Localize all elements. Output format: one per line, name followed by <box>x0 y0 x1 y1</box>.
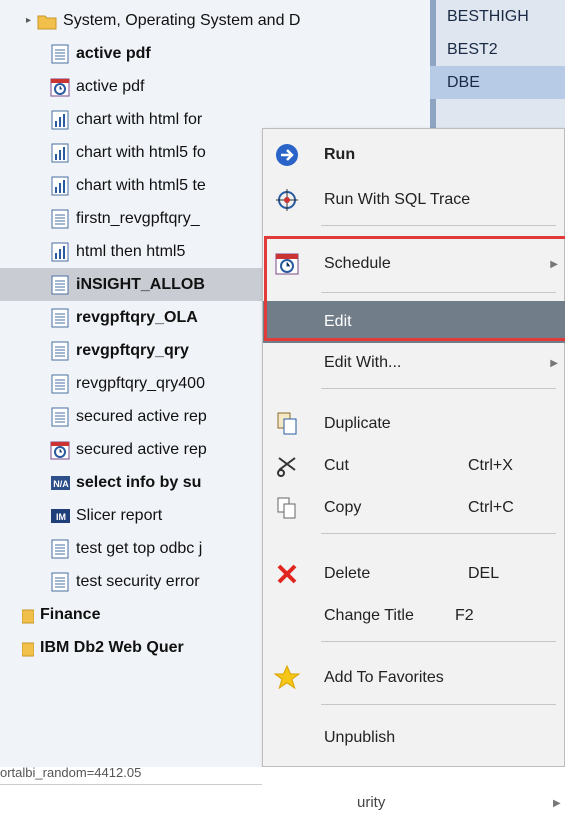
menu-shortcut: F2 <box>455 607 474 624</box>
svg-text:N/A: N/A <box>53 479 69 489</box>
menu-item-delete[interactable]: Delete DEL <box>263 553 565 595</box>
list-item[interactable]: BEST2 <box>430 33 565 66</box>
submenu-arrow-icon: ▶ <box>553 798 561 809</box>
tree-item-label: active pdf <box>76 77 145 95</box>
menu-label: Add To Favorites <box>324 669 444 686</box>
crosshair-icon <box>273 186 301 214</box>
list-item[interactable]: DBE <box>430 66 565 99</box>
svg-text:IM: IM <box>56 512 66 522</box>
background-browser-area: ortalbi_random=4412.05 urity ▶ <box>0 765 565 819</box>
tree-item-label: html then html5 <box>76 242 186 260</box>
menu-label: Run With SQL Trace <box>324 191 471 208</box>
menu-separator <box>321 388 556 389</box>
menu-item-add-to-favorites[interactable]: Add To Favorites <box>263 657 565 699</box>
menu-item-run[interactable]: Run <box>263 134 565 176</box>
report-icon <box>50 308 70 328</box>
run-arrow-icon <box>273 141 301 169</box>
tree-item-label: active pdf <box>76 44 151 62</box>
menu-separator <box>321 225 556 226</box>
tree-item-label: revgpftqry_qry <box>76 341 189 359</box>
folder-icon <box>22 638 34 658</box>
tree-item[interactable]: active pdf <box>0 37 430 70</box>
chart-icon <box>50 176 70 196</box>
tree-item-label: chart with html5 te <box>76 176 206 194</box>
schedule-icon <box>50 440 70 460</box>
menu-shortcut: Ctrl+C <box>468 499 514 516</box>
menu-item-unpublish[interactable]: Unpublish <box>263 717 565 759</box>
tree-item-label: test get top odbc j <box>76 539 203 557</box>
tree-item-label: Slicer report <box>76 506 163 524</box>
tree-item-label: System, Operating System and D <box>63 11 301 29</box>
scissors-icon <box>273 452 301 480</box>
report-icon <box>50 572 70 592</box>
chart-icon <box>50 110 70 130</box>
menu-item-copy[interactable]: Copy Ctrl+C <box>263 487 565 529</box>
menu-label: Unpublish <box>324 729 396 746</box>
report-icon <box>50 44 70 64</box>
tree-item-label: test security error <box>76 572 200 590</box>
submenu-arrow-icon: ▶ <box>550 357 558 369</box>
star-icon <box>273 664 301 692</box>
tree-item-label: secured active rep <box>76 440 207 458</box>
chart-icon <box>50 143 70 163</box>
tree-item-label: secured active rep <box>76 407 207 425</box>
menu-item-duplicate[interactable]: Duplicate <box>263 403 565 445</box>
menu-label: Copy <box>324 499 362 516</box>
menu-separator <box>321 704 556 705</box>
menu-label: Run <box>324 146 356 163</box>
tree-item-label: select info by su <box>76 473 202 491</box>
copy-icon <box>273 494 301 522</box>
context-menu: Run Run With SQL Trace Schedule ▶ Edit E… <box>262 128 565 767</box>
tree-item-label: chart with html for <box>76 110 203 128</box>
report-icon <box>50 539 70 559</box>
tree-item-label: Finance <box>40 605 101 623</box>
tree-item-system-folder[interactable]: ▸ System, Operating System and D <box>0 4 430 37</box>
menu-shortcut: Ctrl+X <box>468 457 513 474</box>
divider <box>0 784 262 785</box>
na-icon: N/A <box>50 473 70 493</box>
menu-item-run-sql-trace[interactable]: Run With SQL Trace <box>263 179 565 221</box>
report-icon <box>50 407 70 427</box>
expand-arrow-icon[interactable]: ▸ <box>26 15 31 26</box>
menu-label: Change Title <box>324 607 414 624</box>
tree-item-label: firstn_revgpftqry_ <box>76 209 200 227</box>
folder-icon <box>37 11 57 31</box>
delete-x-icon <box>273 560 301 588</box>
menu-item-change-title[interactable]: Change Title F2 <box>263 595 565 637</box>
tree-item[interactable]: active pdf <box>0 70 430 103</box>
menu-item-edit-with[interactable]: Edit With... ▶ <box>263 342 565 384</box>
menu-label: Delete <box>324 565 371 582</box>
im-icon: IM <box>50 506 70 526</box>
folder-icon <box>22 605 34 625</box>
list-item[interactable]: BESTHIGH <box>430 0 565 33</box>
menu-separator <box>321 641 556 642</box>
report-icon <box>50 275 70 295</box>
tree-item-label: IBM Db2 Web Quer <box>40 638 184 656</box>
tree-item-label: iNSIGHT_ALLOB <box>76 275 205 293</box>
menu-separator <box>321 533 556 534</box>
tree-item-label: chart with html5 fo <box>76 143 206 161</box>
right-list-panel: BESTHIGH BEST2 DBE <box>430 0 565 128</box>
tree-item-label: revgpftqry_OLA <box>76 308 198 326</box>
highlight-annotation-box <box>264 236 565 341</box>
duplicate-icon <box>273 410 301 438</box>
schedule-icon <box>50 77 70 97</box>
report-icon <box>50 341 70 361</box>
menu-label: Edit With... <box>324 354 402 371</box>
menu-label: Cut <box>324 457 349 474</box>
menu-label-fragment: urity <box>357 794 386 811</box>
menu-item-cut[interactable]: Cut Ctrl+X <box>263 445 565 487</box>
chart-icon <box>50 242 70 262</box>
menu-label: Duplicate <box>324 415 391 432</box>
report-icon <box>50 209 70 229</box>
tree-item-label: revgpftqry_qry400 <box>76 374 205 392</box>
url-fragment: ortalbi_random=4412.05 <box>0 765 142 780</box>
report-icon <box>50 374 70 394</box>
menu-shortcut: DEL <box>468 565 500 582</box>
